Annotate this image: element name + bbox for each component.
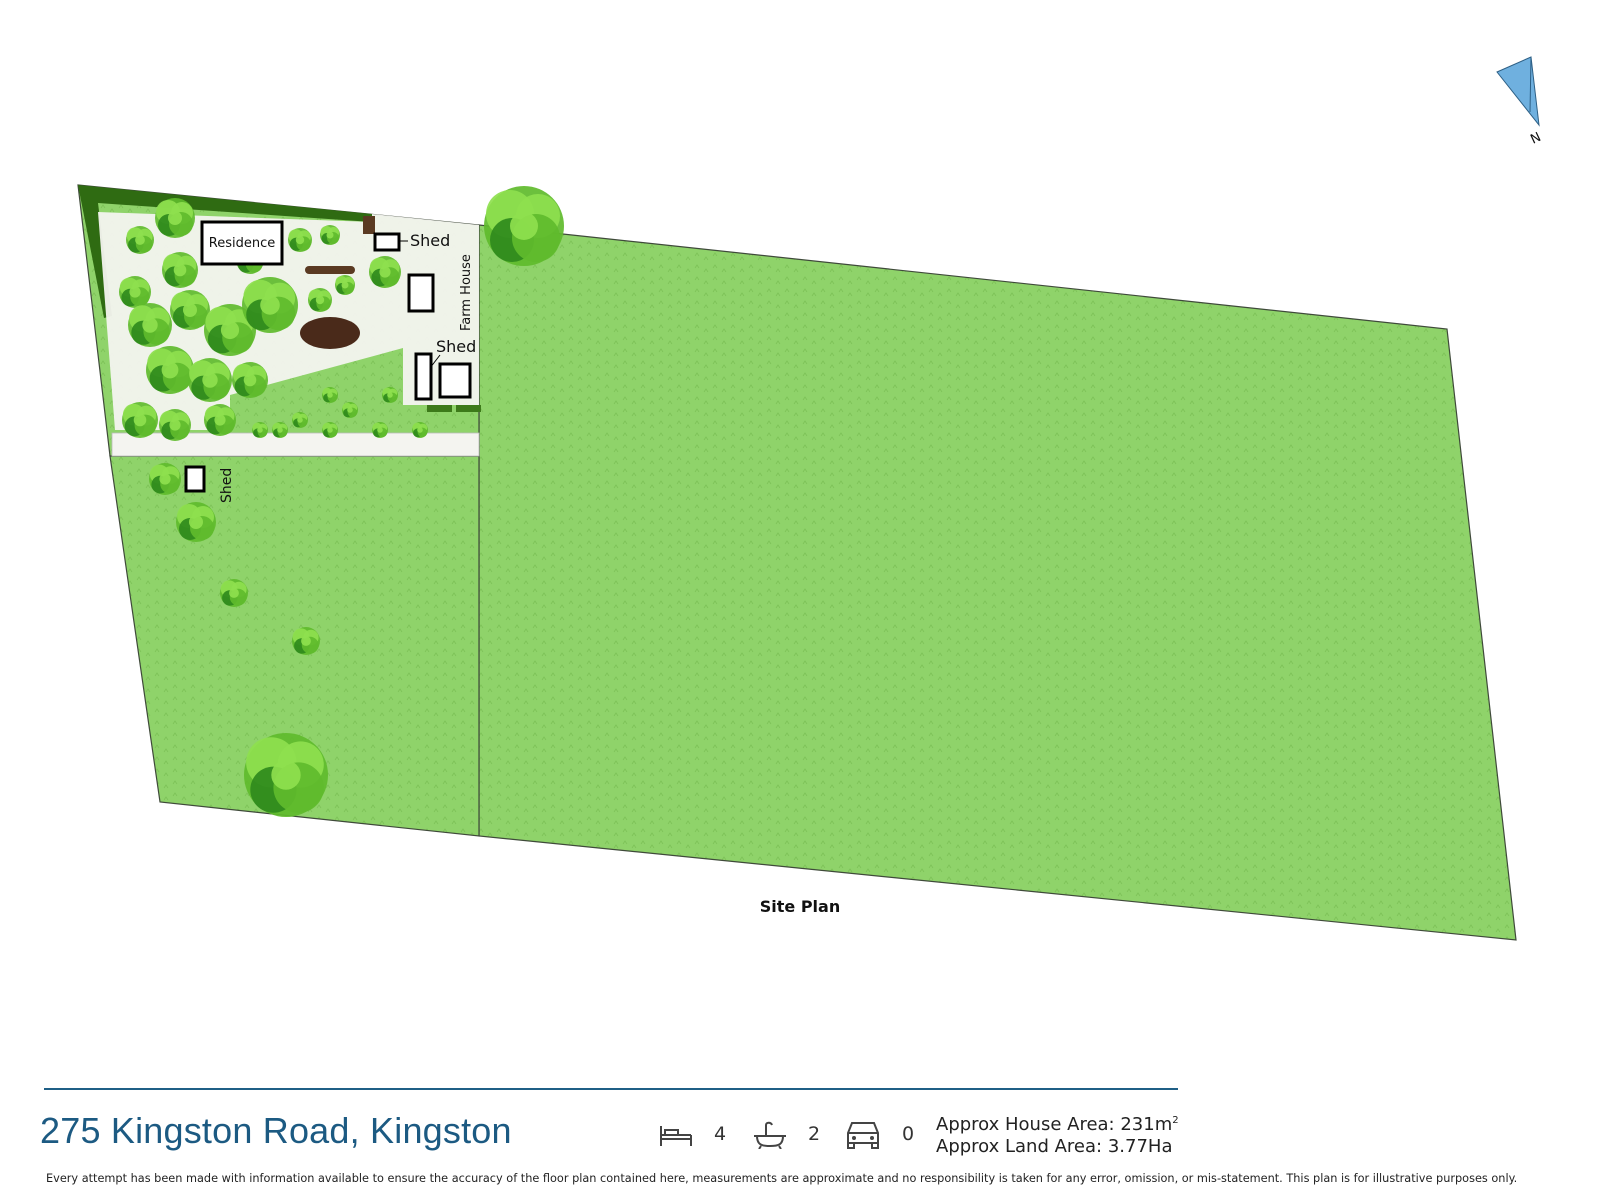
east-paddock [478, 224, 1517, 941]
tree-canopy [412, 422, 428, 438]
tree-canopy [288, 228, 312, 252]
compass-label: N [1528, 130, 1543, 148]
garden-hedge-1 [427, 405, 452, 412]
site-plan-map: Residence Shed Farm House Shed Shed N Si… [77, 56, 1544, 941]
tree-canopy [146, 346, 194, 394]
footer-divider [44, 1088, 1178, 1090]
residence-label: Residence [209, 236, 275, 251]
tree-canopy [232, 362, 268, 398]
tree-canopy [335, 275, 355, 295]
area-summary: Approx House Area: 231m2 Approx Land Are… [936, 1110, 1179, 1158]
tree-canopy [220, 579, 248, 607]
car-icon [847, 1122, 879, 1149]
garden-bed [300, 317, 360, 349]
tree-canopy [244, 733, 328, 817]
tree-canopy [272, 422, 288, 438]
tree-canopy [162, 252, 198, 288]
shed-lower-label: Shed [219, 468, 235, 503]
tree-canopy [484, 186, 564, 266]
bathroom-number: 2 [808, 1123, 821, 1145]
land-area: Approx Land Area: 3.77Ha [936, 1136, 1173, 1157]
tree-canopy [342, 402, 358, 418]
bath-icon [754, 1121, 786, 1149]
tree-canopy [242, 277, 298, 333]
bathroom-count: 2 [752, 1116, 820, 1152]
site-plan-caption: Site Plan [760, 897, 840, 916]
shed-top-path [363, 216, 375, 234]
car-space-count: 0 [844, 1116, 914, 1152]
garden-hedge-2 [456, 405, 481, 412]
shed-top-label: Shed [410, 231, 450, 250]
garden-bed-path [305, 266, 355, 274]
bed-icon [660, 1126, 692, 1146]
tree-canopy [372, 422, 388, 438]
tree-canopy [176, 502, 216, 542]
bedroom-number: 4 [714, 1123, 727, 1145]
car-space-number: 0 [902, 1123, 915, 1145]
house-area: Approx House Area: 231m2 [936, 1114, 1179, 1135]
north-arrow-icon: N [1496, 56, 1544, 148]
shed-middle-building-a [414, 352, 433, 401]
shed-lower-building [184, 465, 206, 493]
tree-canopy [382, 387, 398, 403]
shed-middle-label: Shed [436, 337, 476, 356]
tree-canopy [292, 412, 308, 428]
property-address: 275 Kingston Road, Kingston [40, 1110, 512, 1151]
tree-canopy [128, 303, 172, 347]
tree-canopy [188, 358, 232, 402]
tree-canopy [159, 409, 191, 441]
shed-top-building [373, 232, 401, 252]
shed-middle-building-b [438, 362, 472, 399]
farm-house-building [407, 273, 435, 313]
tree-canopy [155, 198, 195, 238]
tree-canopy [369, 256, 401, 288]
property-footer: 275 Kingston Road, Kingston 4 2 0 Approx… [0, 1088, 1600, 1200]
tree-canopy [292, 627, 320, 655]
tree-canopy [204, 404, 236, 436]
tree-canopy [122, 402, 158, 438]
tree-canopy [119, 276, 151, 308]
tree-canopy [252, 422, 268, 438]
tree-canopy [320, 225, 340, 245]
tree-canopy [322, 422, 338, 438]
disclaimer-text: Every attempt has been made with informa… [46, 1172, 1518, 1185]
bedroom-count: 4 [658, 1116, 726, 1152]
tree-canopy [170, 290, 210, 330]
tree-canopy [126, 226, 154, 254]
tree-canopy [149, 463, 181, 495]
farm-house-label: Farm House [459, 254, 474, 331]
tree-canopy [322, 387, 338, 403]
tree-canopy [308, 288, 332, 312]
